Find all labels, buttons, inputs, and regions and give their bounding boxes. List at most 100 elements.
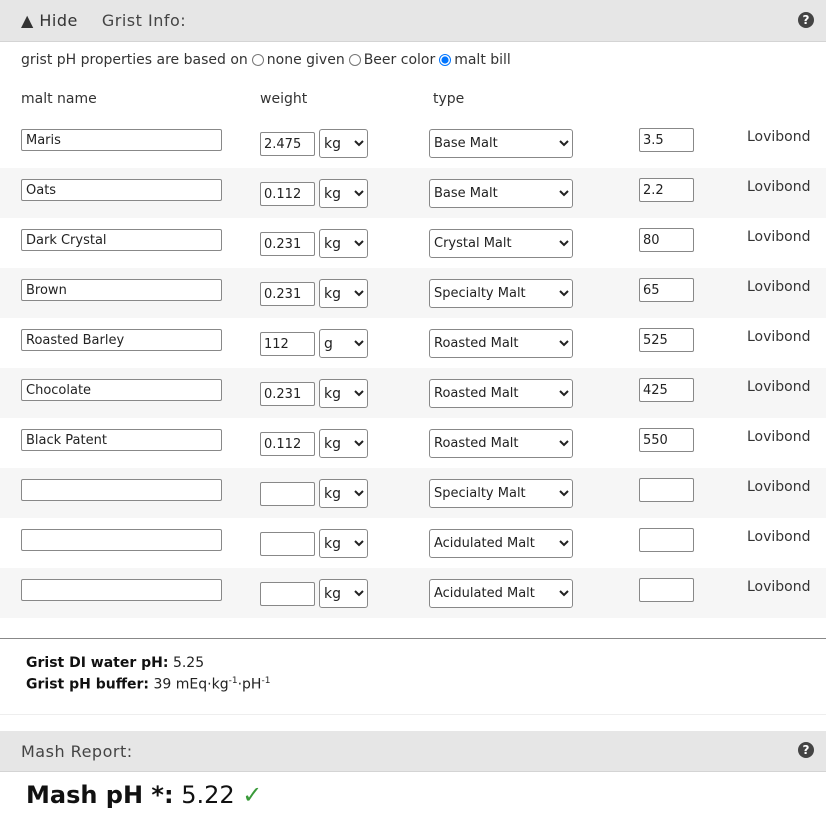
basis-option-beer-color-label: Beer color [363,52,436,68]
basis-radio-beer-color[interactable] [348,54,361,66]
color-unit-label: Lovibond [747,329,811,345]
column-header-type: type [433,91,465,107]
malt-row: kgg Base MaltCrystal MaltSpecialty MaltRo… [0,368,826,418]
malt-type-select[interactable]: Base MaltCrystal MaltSpecialty MaltRoast… [429,429,573,458]
grist-di-ph-value: 5.25 [172,655,205,671]
malt-type-select[interactable]: Base MaltCrystal MaltSpecialty MaltRoast… [429,379,573,408]
malt-type-select[interactable]: Base MaltCrystal MaltSpecialty MaltRoast… [429,229,573,258]
weight-input[interactable] [260,182,315,206]
basis-option-malt-bill-label: malt bill [454,52,511,68]
grist-panel-title: Grist Info: [101,11,187,30]
weight-unit-select[interactable]: kgg [319,479,368,508]
color-unit-label: Lovibond [747,229,811,245]
hide-toggle[interactable]: ▲ Hide [21,11,78,30]
mash-ph: Mash pH *: 5.22 ✓ [26,781,262,809]
weight-unit-select[interactable]: kgg [319,429,368,458]
ph-basis-selector: grist pH properties are based on none gi… [21,52,511,68]
column-header-weight: weight [260,91,308,107]
help-icon[interactable]: ? [798,742,814,758]
weight-unit-select[interactable]: kgg [319,379,368,408]
malt-type-select[interactable]: Base MaltCrystal MaltSpecialty MaltRoast… [429,479,573,508]
malt-type-select[interactable]: Base MaltCrystal MaltSpecialty MaltRoast… [429,179,573,208]
malt-name-input[interactable] [21,329,222,351]
malt-table: kgg Base MaltCrystal MaltSpecialty MaltRo… [0,118,826,618]
color-unit-label: Lovibond [747,379,811,395]
weight-unit-select[interactable]: kgg [319,529,368,558]
color-unit-label: Lovibond [747,579,811,595]
color-input[interactable] [639,528,694,552]
weight-input[interactable] [260,132,315,156]
mash-ph-label: Mash pH *: [26,781,174,809]
weight-input[interactable] [260,382,315,406]
malt-type-select[interactable]: Base MaltCrystal MaltSpecialty MaltRoast… [429,329,573,358]
malt-row: kgg Base MaltCrystal MaltSpecialty MaltRo… [0,518,826,568]
malt-name-input[interactable] [21,529,222,551]
malt-name-input[interactable] [21,279,222,301]
buffer-unit-ph: ·pH [237,676,262,693]
malt-name-input[interactable] [21,479,222,501]
malt-row: kgg Base MaltCrystal MaltSpecialty MaltRo… [0,418,826,468]
mash-ph-value: 5.22 [181,781,235,809]
malt-row: kgg Base MaltCrystal MaltSpecialty MaltRo… [0,468,826,518]
malt-row: kgg Base MaltCrystal MaltSpecialty MaltRo… [0,168,826,218]
color-unit-label: Lovibond [747,529,811,545]
malt-row: kgg Base MaltCrystal MaltSpecialty MaltRo… [0,118,826,168]
basis-radio-none[interactable] [251,54,264,66]
weight-input[interactable] [260,582,315,606]
color-unit-label: Lovibond [747,429,811,445]
weight-input[interactable] [260,282,315,306]
malt-name-input[interactable] [21,429,222,451]
malt-type-select[interactable]: Base MaltCrystal MaltSpecialty MaltRoast… [429,579,573,608]
malt-row: kgg Base MaltCrystal MaltSpecialty MaltRo… [0,318,826,368]
weight-input[interactable] [260,532,315,556]
color-input[interactable] [639,228,694,252]
weight-input[interactable] [260,232,315,256]
grist-di-ph-label: Grist DI water pH: [26,655,169,671]
weight-unit-select[interactable]: kgg [319,179,368,208]
malt-type-select[interactable]: Base MaltCrystal MaltSpecialty MaltRoast… [429,279,573,308]
malt-row: kgg Base MaltCrystal MaltSpecialty MaltRo… [0,568,826,618]
grist-summary: Grist DI water pH: 5.25 Grist pH buffer:… [26,654,270,694]
color-input[interactable] [639,128,694,152]
malt-name-input[interactable] [21,179,222,201]
ph-basis-label: grist pH properties are based on [21,52,248,68]
malt-name-input[interactable] [21,229,222,251]
divider [0,638,826,639]
color-input[interactable] [639,428,694,452]
color-input[interactable] [639,378,694,402]
grist-di-ph: Grist DI water pH: 5.25 [26,654,270,672]
weight-unit-select[interactable]: kgg [319,329,368,358]
basis-option-none-label: none given [266,52,345,68]
color-input[interactable] [639,328,694,352]
malt-name-input[interactable] [21,579,222,601]
malt-row: kgg Base MaltCrystal MaltSpecialty MaltRo… [0,268,826,318]
weight-input[interactable] [260,432,315,456]
color-unit-label: Lovibond [747,279,811,295]
weight-unit-select[interactable]: kgg [319,129,368,158]
buffer-exponent-1: -1 [228,676,238,686]
check-icon: ✓ [242,781,263,809]
weight-input[interactable] [260,332,315,356]
grist-ph-buffer-label: Grist pH buffer: [26,676,150,693]
weight-input[interactable] [260,482,315,506]
malt-name-input[interactable] [21,379,222,401]
panel-separator [0,714,826,715]
color-input[interactable] [639,578,694,602]
weight-unit-select[interactable]: kgg [319,579,368,608]
color-input[interactable] [639,178,694,202]
help-icon[interactable]: ? [798,12,814,28]
color-input[interactable] [639,478,694,502]
grist-ph-buffer-value: 39 mEq·kg [153,676,229,693]
malt-type-select[interactable]: Base MaltCrystal MaltSpecialty MaltRoast… [429,529,573,558]
column-header-malt-name: malt name [21,91,97,107]
basis-radio-malt-bill[interactable] [439,54,452,66]
grist-panel-header: ▲ Hide Grist Info: ? [0,0,826,42]
malt-type-select[interactable]: Base MaltCrystal MaltSpecialty MaltRoast… [429,129,573,158]
color-input[interactable] [639,278,694,302]
weight-unit-select[interactable]: kgg [319,279,368,308]
malt-name-input[interactable] [21,129,222,151]
color-unit-label: Lovibond [747,129,811,145]
weight-unit-select[interactable]: kgg [319,229,368,258]
mash-report-title: Mash Report: [21,741,133,761]
grist-panel: ▲ Hide Grist Info: ? [0,0,826,42]
